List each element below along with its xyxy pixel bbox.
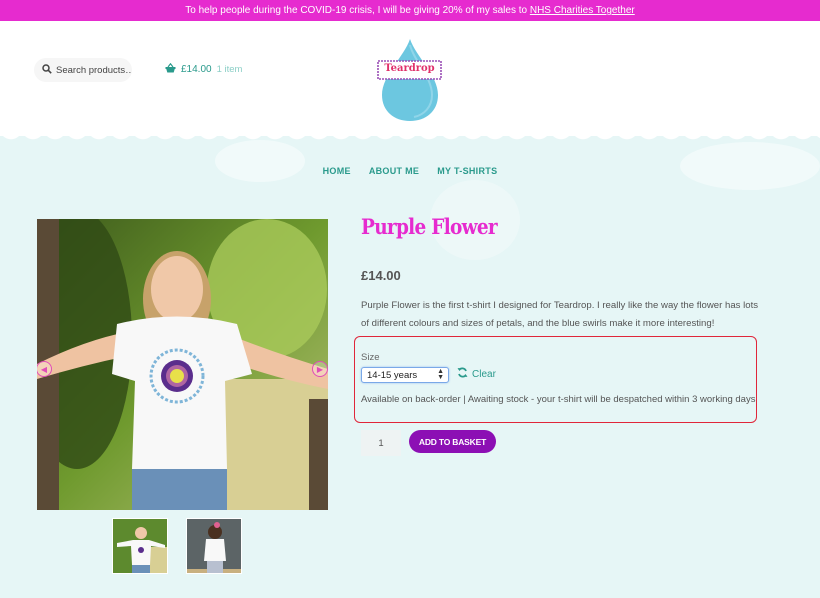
quantity-input[interactable] — [361, 430, 401, 456]
nav-about-me[interactable]: ABOUT ME — [369, 166, 419, 176]
main-nav: HOME ABOUT ME MY T-SHIRTS — [0, 166, 820, 176]
clear-label: Clear — [472, 368, 496, 380]
next-image-button[interactable]: ▶ — [312, 361, 328, 377]
thumbnail-front[interactable] — [112, 518, 168, 574]
add-to-basket-button[interactable]: ADD TO BASKET — [409, 430, 496, 453]
announcement-bar: To help people during the COVID-19 crisi… — [0, 0, 820, 21]
clear-selection-button[interactable]: Clear — [457, 367, 496, 381]
cart-item-count: 1 item — [216, 64, 243, 75]
basket-icon — [165, 62, 176, 76]
cart-link[interactable]: £14.00 1 item — [165, 62, 243, 76]
announcement-text: To help people during the COVID-19 crisi… — [185, 5, 530, 16]
nav-home[interactable]: HOME — [323, 166, 351, 176]
site-logo[interactable]: Teardrop — [370, 35, 450, 125]
product-description: Purple Flower is the first t-shirt I des… — [361, 300, 759, 329]
nhs-charities-link[interactable]: NHS Charities Together — [530, 5, 635, 16]
search-icon — [42, 63, 52, 77]
logo-text: Teardrop — [384, 63, 435, 74]
select-arrows-icon: ▲ ▼ — [437, 368, 444, 381]
arrow-left-icon: ◀ — [40, 364, 48, 374]
size-label: Size — [361, 352, 380, 363]
product-main-image[interactable]: ◀ ▶ — [37, 219, 328, 510]
size-select[interactable]: 14-15 years ▲ ▼ — [361, 367, 449, 383]
refresh-icon — [457, 367, 468, 381]
size-selected-value: 14-15 years — [367, 369, 418, 381]
product-price: £14.00 — [361, 268, 401, 283]
arrow-right-icon: ▶ — [316, 364, 324, 374]
product-title: Purple Flower — [361, 214, 498, 239]
stock-status: Available on back-order | Awaiting stock… — [361, 394, 756, 405]
search-input[interactable] — [56, 64, 132, 76]
search-box[interactable] — [34, 58, 132, 82]
cart-total: £14.00 — [181, 64, 212, 75]
header-scallop-edge — [0, 128, 820, 148]
nav-my-t-shirts[interactable]: MY T-SHIRTS — [437, 166, 497, 176]
thumbnail-back[interactable] — [186, 518, 242, 574]
